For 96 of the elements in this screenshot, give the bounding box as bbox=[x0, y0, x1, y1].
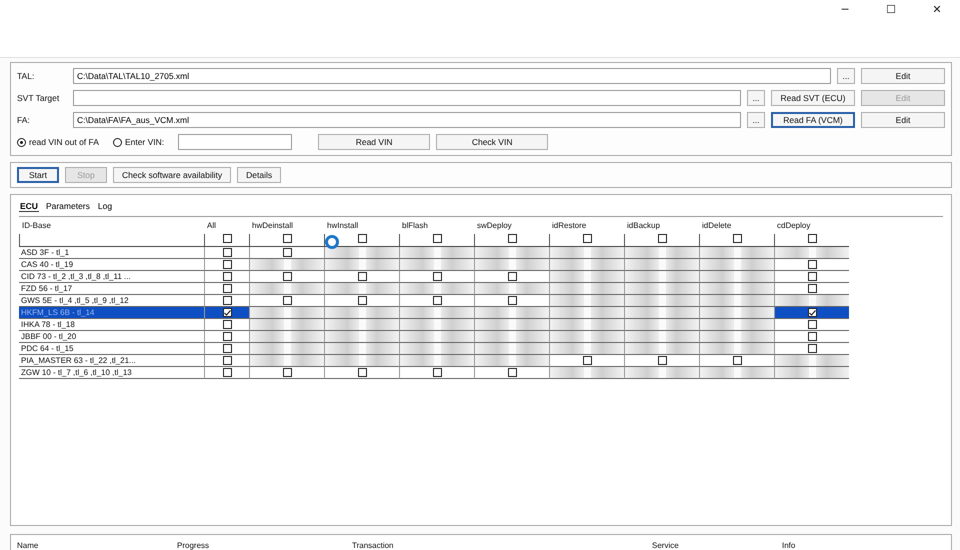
checkmark-icon bbox=[224, 310, 230, 316]
edit-button[interactable]: Edit bbox=[861, 68, 945, 84]
checkbox[interactable] bbox=[358, 296, 366, 305]
path-field[interactable] bbox=[73, 90, 741, 106]
checkbox[interactable] bbox=[508, 368, 516, 377]
ecu-name-cell[interactable]: ASD 3F - tl_1 bbox=[19, 247, 204, 259]
tab[interactable]: Log bbox=[96, 201, 114, 212]
checkbox[interactable] bbox=[222, 296, 232, 305]
column-header: cdDeploy bbox=[776, 220, 812, 232]
checkbox[interactable] bbox=[222, 234, 232, 243]
vin-field[interactable] bbox=[178, 134, 292, 150]
checkbox[interactable] bbox=[732, 234, 742, 243]
checkbox[interactable] bbox=[222, 272, 232, 281]
column-header: idRestore bbox=[551, 220, 588, 232]
column-header: All bbox=[206, 220, 217, 232]
toolbar-button[interactable]: Check software availability bbox=[113, 167, 232, 183]
column-header: Name bbox=[17, 541, 40, 550]
path-field[interactable]: C:\Data\FA\FA_aus_VCM.xml bbox=[73, 112, 741, 128]
field-label: TAL: bbox=[17, 71, 36, 81]
vin-button[interactable]: Check VIN bbox=[436, 134, 548, 150]
checkbox[interactable] bbox=[432, 234, 442, 243]
vin-button[interactable]: Read VIN bbox=[318, 134, 430, 150]
checkbox[interactable] bbox=[222, 260, 232, 269]
ecu-name-cell[interactable]: PIA_MASTER 63 - tl_22 ,tl_21... bbox=[19, 355, 204, 367]
checkbox[interactable] bbox=[732, 356, 742, 365]
checkbox[interactable] bbox=[222, 320, 232, 329]
column-header: Transaction bbox=[352, 541, 394, 550]
column-header: ID-Base bbox=[21, 220, 52, 232]
checkbox[interactable] bbox=[222, 308, 232, 317]
ecu-name-cell[interactable]: ZGW 10 - tl_7 ,tl_6 ,tl_10 ,tl_13 bbox=[19, 367, 204, 379]
checkbox[interactable] bbox=[432, 368, 442, 377]
checkbox[interactable] bbox=[582, 234, 592, 243]
path-field[interactable]: C:\Data\TAL\TAL10_2705.xml bbox=[73, 68, 831, 84]
checkbox[interactable] bbox=[658, 356, 666, 365]
radio-option[interactable]: read VIN out of FA bbox=[17, 137, 99, 147]
column-header: hwInstall bbox=[326, 220, 360, 232]
checkbox[interactable] bbox=[222, 332, 232, 341]
checkbox[interactable] bbox=[222, 356, 232, 365]
browse-button[interactable]: ... bbox=[747, 112, 765, 128]
checkbox[interactable] bbox=[222, 344, 232, 353]
read-button[interactable]: Read FA (VCM) bbox=[771, 112, 855, 128]
column-header: idBackup bbox=[626, 220, 661, 232]
checkbox[interactable] bbox=[808, 284, 816, 293]
checkbox[interactable] bbox=[808, 320, 816, 329]
checkbox[interactable] bbox=[658, 234, 666, 243]
ring-icon bbox=[325, 235, 339, 249]
checkbox[interactable] bbox=[358, 272, 366, 281]
column-header: idDelete bbox=[701, 220, 732, 232]
checkbox[interactable] bbox=[808, 272, 816, 281]
checkmark-icon bbox=[808, 310, 816, 316]
checkbox[interactable] bbox=[358, 368, 366, 377]
checkbox[interactable] bbox=[808, 344, 816, 353]
checkbox[interactable] bbox=[222, 284, 232, 293]
browse-button[interactable]: ... bbox=[747, 90, 765, 106]
ecu-name-cell[interactable]: FZD 56 - tl_17 bbox=[19, 283, 204, 295]
field-label: SVT Target bbox=[17, 93, 60, 103]
checkbox[interactable] bbox=[432, 296, 442, 305]
ecu-name-cell[interactable]: IHKA 78 - tl_18 bbox=[19, 319, 204, 331]
ecu-name-cell[interactable]: PDC 64 - tl_15 bbox=[19, 343, 204, 355]
edit-button[interactable]: Edit bbox=[861, 112, 945, 128]
tab[interactable]: Parameters bbox=[44, 201, 91, 212]
checkbox[interactable] bbox=[808, 308, 816, 317]
toolbar-button[interactable]: Start bbox=[17, 167, 59, 183]
ecu-name-cell[interactable]: HKFM_LS 6B - tl_14 bbox=[19, 307, 204, 319]
checkbox[interactable] bbox=[282, 368, 292, 377]
column-header: Info bbox=[782, 541, 796, 550]
column-header: swDeploy bbox=[476, 220, 513, 232]
checkbox[interactable] bbox=[358, 234, 366, 243]
column-header: hwDeinstall bbox=[251, 220, 294, 232]
checkbox[interactable] bbox=[282, 272, 292, 281]
checkbox[interactable] bbox=[808, 260, 816, 269]
browse-button[interactable]: ... bbox=[837, 68, 855, 84]
ecu-name-cell[interactable]: JBBF 00 - tl_20 bbox=[19, 331, 204, 343]
checkbox[interactable] bbox=[582, 356, 592, 365]
checkbox[interactable] bbox=[508, 272, 516, 281]
toolbar-button[interactable]: Details bbox=[237, 167, 282, 183]
checkbox[interactable] bbox=[222, 248, 232, 257]
checkbox[interactable] bbox=[508, 296, 516, 305]
ecu-name-cell[interactable]: GWS 5E - tl_4 ,tl_5 ,tl_9 ,tl_12 bbox=[19, 295, 204, 307]
checkbox[interactable] bbox=[432, 272, 442, 281]
radio-option[interactable]: Enter VIN: bbox=[112, 137, 164, 147]
ecu-name-cell[interactable]: CID 73 - tl_2 ,tl_3 ,tl_8 ,tl_11 ... bbox=[19, 271, 204, 283]
tab[interactable]: ECU bbox=[19, 201, 39, 212]
checkbox[interactable] bbox=[282, 296, 292, 305]
column-header: Service bbox=[652, 541, 680, 550]
checkbox[interactable] bbox=[222, 368, 232, 377]
checkbox[interactable] bbox=[508, 234, 516, 243]
checkbox[interactable] bbox=[808, 234, 816, 243]
column-header: blFlash bbox=[401, 220, 429, 232]
column-header: Progress bbox=[177, 541, 210, 550]
checkbox[interactable] bbox=[282, 248, 292, 257]
field-label: FA: bbox=[17, 115, 31, 125]
read-button[interactable]: Read SVT (ECU) bbox=[771, 90, 855, 106]
checkbox[interactable] bbox=[808, 332, 816, 341]
ecu-name-cell[interactable]: CAS 40 - tl_19 bbox=[19, 259, 204, 271]
checkbox[interactable] bbox=[282, 234, 292, 243]
